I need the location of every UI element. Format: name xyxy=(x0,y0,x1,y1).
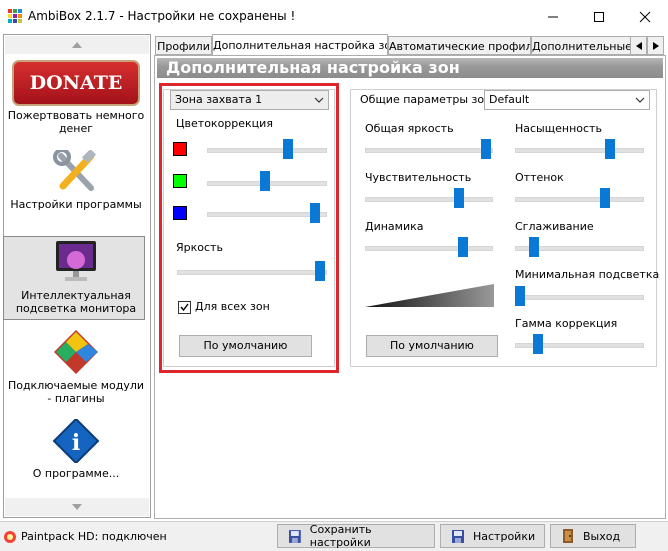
red-slider-thumb[interactable] xyxy=(282,139,293,159)
zone-default-button[interactable]: По умолчанию xyxy=(179,335,312,357)
brightness-slider-thumb[interactable] xyxy=(315,261,325,281)
settings-button[interactable]: Настройки xyxy=(440,524,545,548)
exit-button[interactable]: Выход xyxy=(550,524,636,548)
settings-button-label: Настройки xyxy=(473,529,536,543)
panel-header: Дополнительная настройка зон xyxy=(157,58,663,78)
save-button[interactable]: Сохранить настройки xyxy=(277,523,435,549)
info-icon: i xyxy=(52,419,100,463)
sidebar-scroll-up[interactable] xyxy=(5,36,149,54)
sidebar-item-donate[interactable]: DONATE NOW Пожертвовать немного денег xyxy=(5,60,147,136)
chevron-down-icon xyxy=(314,97,324,103)
exit-button-label: Выход xyxy=(583,529,621,543)
blue-swatch xyxy=(173,206,187,220)
saturation-track[interactable] xyxy=(515,148,644,153)
sidebar-item-settings[interactable]: Настройки программы xyxy=(5,150,147,211)
tab-zone-settings[interactable]: Дополнительная настройка зон xyxy=(212,34,388,56)
sidebar-item-label: О программе... xyxy=(32,467,120,480)
green-swatch xyxy=(173,174,187,188)
color-correction-label: Цветокоррекция xyxy=(176,117,273,130)
device-status: Paintpack HD: подключен xyxy=(21,530,167,543)
chevron-up-icon xyxy=(72,42,82,48)
red-swatch xyxy=(173,142,187,156)
sidebar-item-about[interactable]: i О программе... xyxy=(5,419,147,480)
sidebar-scroll-down[interactable] xyxy=(5,498,149,516)
minimize-icon xyxy=(548,16,558,17)
brightness-slider-track[interactable] xyxy=(177,270,327,275)
min-light-track[interactable] xyxy=(515,295,644,300)
zone-select[interactable]: Зона захвата 1 xyxy=(170,90,329,110)
sensitivity-track[interactable] xyxy=(365,197,493,202)
sensitivity-label: Чувствительность xyxy=(365,171,472,184)
maximize-icon xyxy=(594,11,604,22)
min-light-label: Минимальная подсветка xyxy=(515,268,660,281)
monitor-icon xyxy=(56,241,96,281)
maximize-button[interactable] xyxy=(576,0,622,33)
save-icon xyxy=(288,530,301,543)
minimize-button[interactable] xyxy=(530,0,576,33)
general-default-button[interactable]: По умолчанию xyxy=(366,335,498,357)
tab-profiles[interactable]: Профили xyxy=(155,36,212,55)
device-status-icon xyxy=(4,531,16,543)
chevron-down-icon xyxy=(635,97,645,103)
app-icon xyxy=(8,9,22,23)
smoothing-label: Сглаживание xyxy=(515,220,594,233)
all-zones-checkbox[interactable] xyxy=(178,301,191,314)
donate-icon: DONATE NOW xyxy=(12,60,140,136)
checkmark-icon xyxy=(180,303,189,312)
tab-auto-profiles[interactable]: Автоматические профили xyxy=(388,36,531,55)
close-icon xyxy=(639,11,651,22)
dynamics-label: Динамика xyxy=(365,220,424,233)
sidebar-item-label: Интеллектуальная подсветка монитора xyxy=(15,289,137,315)
total-brightness-thumb[interactable] xyxy=(481,139,491,159)
smoothing-thumb[interactable] xyxy=(529,237,540,257)
total-brightness-label: Общая яркость xyxy=(365,122,454,135)
chevron-down-icon xyxy=(72,504,82,510)
green-slider-thumb[interactable] xyxy=(259,171,270,191)
tab-additional[interactable]: Дополнительные н xyxy=(531,36,631,55)
red-slider-track[interactable] xyxy=(207,148,327,153)
tools-icon xyxy=(53,150,97,191)
settings-icon xyxy=(452,530,464,543)
save-button-label: Сохранить настройки xyxy=(309,523,372,549)
sidebar-item-label: Пожертвовать немного денег xyxy=(7,109,145,135)
tab-scroller xyxy=(630,36,666,55)
profile-select-value: Default xyxy=(489,93,530,106)
tab-scroll-left[interactable] xyxy=(630,36,647,55)
hue-label: Оттенок xyxy=(515,171,564,184)
hue-thumb[interactable] xyxy=(600,188,611,208)
dynamics-ramp xyxy=(365,284,494,307)
dynamics-thumb[interactable] xyxy=(457,237,468,257)
window-title: AmbiBox 2.1.7 - Настройки не сохранены ! xyxy=(28,9,296,23)
sidebar-item-plugins[interactable]: Подключаемые модули - плагины xyxy=(5,330,147,405)
hue-track[interactable] xyxy=(515,197,644,202)
brightness-label: Яркость xyxy=(176,241,223,254)
sidebar-item-monitor[interactable]: Интеллектуальная подсветка монитора xyxy=(5,240,147,315)
all-zones-label: Для всех зон xyxy=(195,300,270,313)
chevron-right-icon xyxy=(652,41,659,50)
saturation-thumb[interactable] xyxy=(605,139,616,159)
sidebar-item-label: Настройки программы xyxy=(10,198,142,211)
svg-text:i: i xyxy=(72,430,80,456)
sidebar-item-label: Подключаемые модули - плагины xyxy=(7,379,145,405)
zone-select-value: Зона захвата 1 xyxy=(175,93,263,106)
profile-select[interactable]: Default xyxy=(484,90,650,110)
chevron-left-icon xyxy=(635,41,642,50)
close-button[interactable] xyxy=(622,0,668,33)
tab-scroll-right[interactable] xyxy=(647,36,664,55)
gamma-label: Гамма коррекция xyxy=(515,317,618,330)
total-brightness-track[interactable] xyxy=(365,148,493,153)
puzzle-icon xyxy=(54,330,98,374)
blue-slider-thumb[interactable] xyxy=(309,203,320,223)
general-label: Общие параметры зон xyxy=(358,93,494,106)
dynamics-track[interactable] xyxy=(365,246,493,251)
gamma-thumb[interactable] xyxy=(532,334,543,354)
exit-icon xyxy=(563,529,573,543)
saturation-label: Насыщенность xyxy=(515,122,602,135)
sensitivity-thumb[interactable] xyxy=(454,188,465,208)
min-light-thumb[interactable] xyxy=(515,286,525,306)
